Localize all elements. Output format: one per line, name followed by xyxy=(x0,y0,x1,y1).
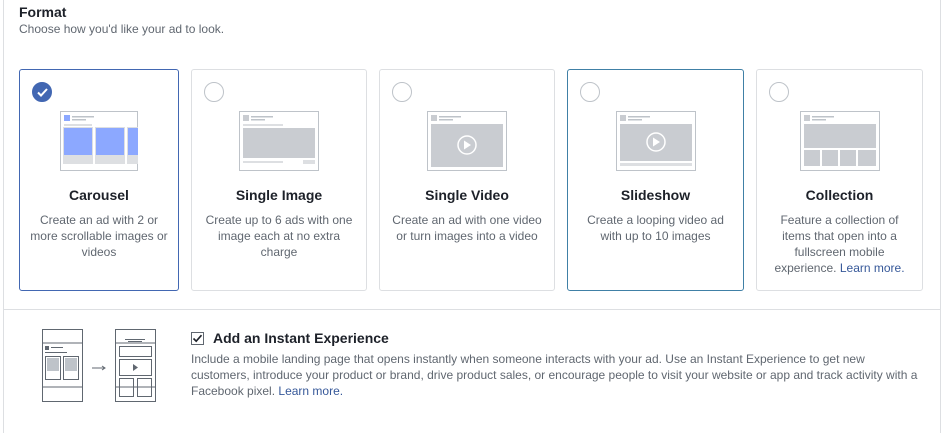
learn-more-link[interactable]: Learn more. xyxy=(278,384,343,398)
format-card-collection[interactable]: Collection Feature a collection of items… xyxy=(756,69,923,291)
format-card-single-video[interactable]: Single Video Create an ad with one video… xyxy=(379,69,555,291)
card-description: Create an ad with 2 or more scrollable i… xyxy=(30,213,168,259)
collection-thumbnail-icon xyxy=(799,111,880,171)
slideshow-thumbnail-icon xyxy=(615,111,696,171)
radio-unchecked[interactable] xyxy=(580,82,600,102)
card-title: Collection xyxy=(805,187,874,203)
learn-more-link[interactable]: Learn more. xyxy=(840,261,905,275)
instant-experience-checkbox[interactable] xyxy=(191,332,204,345)
section-divider xyxy=(3,309,941,310)
card-title: Slideshow xyxy=(620,187,691,203)
carousel-thumbnail-icon xyxy=(60,111,138,171)
section-subtitle: Choose how you'd like your ad to look. xyxy=(19,22,225,36)
card-title: Carousel xyxy=(69,187,129,203)
section-title: Format xyxy=(19,4,67,20)
radio-unchecked[interactable] xyxy=(392,82,412,102)
card-description: Create up to 6 ads with one image each a… xyxy=(205,213,353,259)
card-title: Single Video xyxy=(425,187,509,203)
radio-unchecked[interactable] xyxy=(769,82,789,102)
format-card-carousel[interactable]: Carousel Create an ad with 2 or more scr… xyxy=(19,69,179,291)
instant-experience-title: Add an Instant Experience xyxy=(213,330,389,346)
instant-experience-description: Include a mobile landing page that opens… xyxy=(191,352,918,398)
single-image-thumbnail-icon xyxy=(239,111,319,171)
card-description: Create an ad with one video or turn imag… xyxy=(392,213,542,243)
checkmark-icon xyxy=(37,88,48,97)
radio-checked[interactable] xyxy=(32,82,52,102)
card-description: Create a looping video ad with up to 10 … xyxy=(587,213,724,243)
single-video-thumbnail-icon xyxy=(427,111,507,171)
format-card-slideshow[interactable]: Slideshow Create a looping video ad with… xyxy=(567,69,744,291)
format-options: Carousel Create an ad with 2 or more scr… xyxy=(19,69,923,291)
card-description: Feature a collection of items that open … xyxy=(774,213,905,275)
instant-experience-illustration-icon xyxy=(42,329,156,402)
format-card-single-image[interactable]: Single Image Create up to 6 ads with one… xyxy=(191,69,367,291)
radio-unchecked[interactable] xyxy=(204,82,224,102)
card-title: Single Image xyxy=(235,187,323,203)
